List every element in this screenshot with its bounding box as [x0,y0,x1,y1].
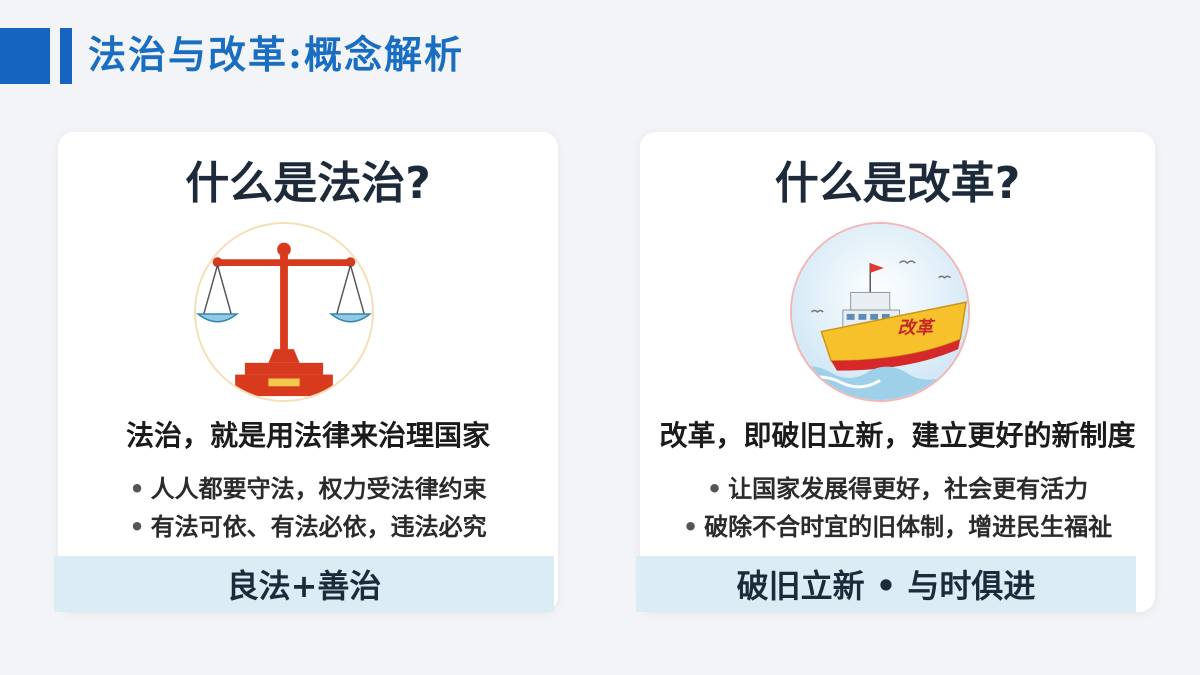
bullet-dot: • [129,475,145,503]
reform-ship-icon: 改革 [790,222,970,402]
summary-band: 良法+善治 [54,556,554,612]
header-accent-stripe [60,28,72,84]
bullet-dot: • [706,475,723,503]
list-item: • 破除不合时宜的旧体制，增进民生福祉 [682,513,1113,541]
page-title: 法治与改革:概念解析 [88,32,465,77]
card-heading: 什么是法治? [185,158,431,209]
header-accent-bar [0,28,50,84]
definition-text: 改革，即破旧立新，建立更好的新制度 [659,419,1136,452]
bullet-dot: • [682,513,699,541]
summary-band: 破旧立新 • 与时俱进 [636,556,1136,612]
card-heading: 什么是改革? [774,158,1021,209]
bullet-dot: • [129,513,145,541]
reform-card: 什么是改革? 改革 改革，即破旧立新，建立更好的新制度 • 让国家发展得更好，社… [636,132,1155,612]
list-item: • 让国家发展得更好，社会更有活力 [706,475,1089,503]
definition-text: 法治，就是用法律来治理国家 [125,419,490,452]
rule-of-law-card: 什么是法治? 法治，就是用法律来治理国家 • 人人都要守法，权力受法律约束 • … [54,132,558,612]
bullet-list: • 让国家发展得更好，社会更有活力 • 破除不合时宜的旧体制，增进民生福祉 [640,470,1155,546]
bullet-list: • 人人都要守法，权力受法律约束 • 有法可依、有法必依，违法必究 [58,470,558,546]
list-item: • 人人都要守法，权力受法律约束 [129,475,487,503]
ship-label: 改革 [898,318,937,339]
scales-of-justice-icon [194,222,374,402]
list-item: • 有法可依、有法必依，违法必究 [129,513,487,541]
